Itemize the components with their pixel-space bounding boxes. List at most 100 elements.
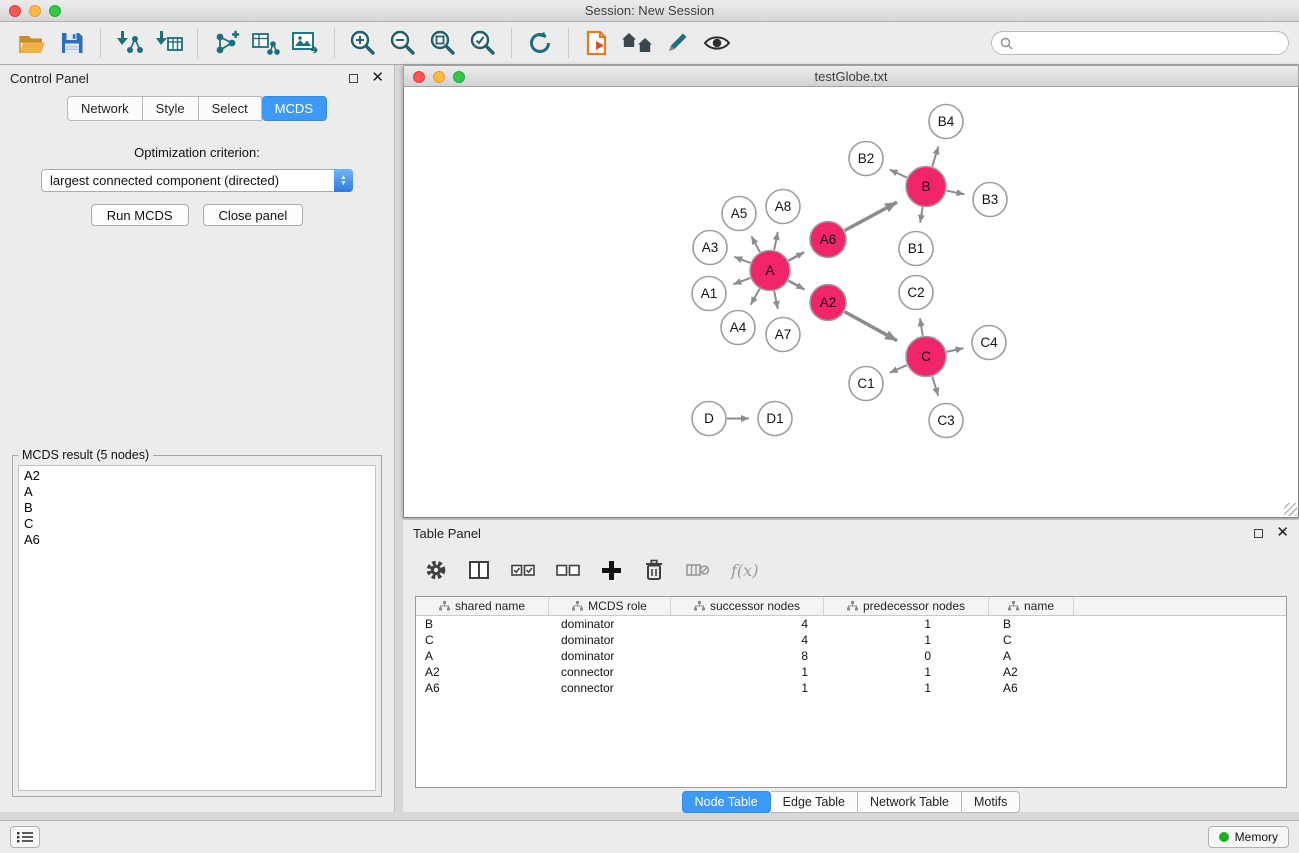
save-session-button[interactable] — [52, 24, 92, 62]
network-node-C1[interactable]: C1 — [849, 367, 883, 401]
zoom-out-button[interactable] — [383, 24, 423, 62]
column-header-name[interactable]: name — [989, 597, 1074, 615]
table-row[interactable]: A2connector11A2 — [416, 664, 1286, 680]
close-table-panel-icon[interactable]: ✕ — [1276, 526, 1289, 540]
open-file-button[interactable] — [12, 24, 52, 62]
network-edge-C-C4[interactable] — [947, 348, 964, 352]
network-window-titlebar[interactable]: testGlobe.txt — [403, 65, 1299, 87]
network-node-B1[interactable]: B1 — [899, 232, 933, 266]
select-all-button[interactable] — [511, 564, 535, 577]
column-header-shared-name[interactable]: shared name — [416, 597, 549, 615]
network-edge-A-A2[interactable] — [788, 281, 804, 290]
mcds-result-item[interactable]: A6 — [22, 532, 372, 548]
network-edge-C-C1[interactable] — [890, 365, 907, 373]
network-edge-A-A5[interactable] — [751, 236, 760, 252]
network-node-C3[interactable]: C3 — [929, 404, 963, 438]
deselect-all-button[interactable] — [556, 564, 580, 577]
table-settings-button[interactable] — [425, 559, 447, 581]
network-edge-A-A1[interactable] — [733, 278, 750, 284]
task-history-button[interactable] — [10, 826, 40, 848]
search-input[interactable] — [1018, 33, 1288, 53]
show-hide-button[interactable] — [697, 24, 737, 62]
network-edge-A6-B[interactable] — [845, 202, 897, 230]
minimize-window-button[interactable] — [29, 5, 41, 17]
tab-mcds[interactable]: MCDS — [262, 96, 327, 121]
import-table-button[interactable] — [149, 24, 189, 62]
network-edge-A2-C[interactable] — [845, 312, 898, 341]
column-header-MCDS-role[interactable]: MCDS role — [549, 597, 671, 615]
network-node-C[interactable]: C — [906, 337, 946, 377]
memory-button[interactable]: Memory — [1208, 826, 1289, 848]
network-canvas[interactable]: AA1A2A3A4A5A6A7A8BB1B2B3B4CC1C2C3C4DD1 — [403, 87, 1299, 518]
delete-row-button[interactable] — [643, 559, 665, 581]
mcds-result-item[interactable]: B — [22, 500, 372, 516]
table-row[interactable]: Cdominator41C — [416, 632, 1286, 648]
network-node-A7[interactable]: A7 — [766, 318, 800, 352]
network-node-A[interactable]: A — [750, 251, 790, 291]
annotations-button[interactable] — [577, 24, 617, 62]
network-edge-A-A7[interactable] — [774, 291, 778, 309]
tab-motifs[interactable]: Motifs — [962, 791, 1020, 813]
apply-layout-button[interactable] — [520, 24, 560, 62]
style-brush-button[interactable] — [657, 24, 697, 62]
column-header-predecessor-nodes[interactable]: predecessor nodes — [824, 597, 989, 615]
float-table-panel-icon[interactable] — [1254, 529, 1263, 538]
network-node-B3[interactable]: B3 — [973, 183, 1007, 217]
network-node-A6[interactable]: A6 — [810, 222, 846, 258]
network-node-B[interactable]: B — [906, 167, 946, 207]
network-node-A4[interactable]: A4 — [721, 311, 755, 345]
optimization-criterion-select[interactable]: largest connected component (directed) ▲… — [41, 169, 353, 192]
network-node-D[interactable]: D — [692, 402, 726, 436]
table-row[interactable]: Bdominator41B — [416, 616, 1286, 632]
network-node-A1[interactable]: A1 — [692, 277, 726, 311]
network-edge-A-A4[interactable] — [751, 289, 760, 305]
network-edge-C-C3[interactable] — [932, 377, 938, 396]
hide-column-button[interactable] — [686, 561, 710, 579]
tab-select[interactable]: Select — [199, 96, 262, 121]
column-header-successor-nodes[interactable]: successor nodes — [671, 597, 824, 615]
zoom-in-button[interactable] — [343, 24, 383, 62]
network-node-A8[interactable]: A8 — [766, 190, 800, 224]
network-edge-A-A8[interactable] — [774, 232, 778, 250]
network-node-C2[interactable]: C2 — [899, 276, 933, 310]
network-edge-B-B1[interactable] — [920, 207, 923, 223]
mcds-result-list[interactable]: A2ABCA6 — [18, 465, 376, 791]
network-edge-B-B2[interactable] — [890, 170, 907, 178]
network-edge-A-A6[interactable] — [789, 252, 805, 260]
add-row-button[interactable] — [601, 560, 622, 581]
mcds-result-item[interactable]: C — [22, 516, 372, 532]
export-image-button[interactable] — [286, 24, 326, 62]
network-node-B4[interactable]: B4 — [929, 105, 963, 139]
mcds-result-item[interactable]: A — [22, 484, 372, 500]
minimize-network-window-button[interactable] — [433, 71, 445, 83]
close-panel-icon[interactable]: ✕ — [371, 71, 384, 85]
import-network-button[interactable] — [109, 24, 149, 62]
network-node-B2[interactable]: B2 — [849, 142, 883, 176]
zoom-network-window-button[interactable] — [453, 71, 465, 83]
tab-network[interactable]: Network — [67, 96, 143, 121]
tab-style[interactable]: Style — [143, 96, 199, 121]
network-node-A2[interactable]: A2 — [810, 285, 846, 321]
network-node-C4[interactable]: C4 — [972, 326, 1006, 360]
zoom-window-button[interactable] — [49, 5, 61, 17]
close-window-button[interactable] — [9, 5, 21, 17]
resize-grip-icon[interactable] — [1284, 503, 1297, 516]
tab-node-table[interactable]: Node Table — [682, 791, 771, 813]
mcds-result-item[interactable]: A2 — [22, 468, 372, 484]
tab-edge-table[interactable]: Edge Table — [771, 791, 858, 813]
network-node-A3[interactable]: A3 — [693, 231, 727, 265]
new-network-button[interactable] — [206, 24, 246, 62]
function-builder-button[interactable]: f(x) — [731, 561, 758, 580]
network-node-D1[interactable]: D1 — [758, 402, 792, 436]
new-network-table-button[interactable] — [246, 24, 286, 62]
run-mcds-button[interactable]: Run MCDS — [91, 204, 189, 226]
zoom-selected-button[interactable] — [463, 24, 503, 62]
show-columns-button[interactable] — [468, 559, 490, 581]
close-network-window-button[interactable] — [413, 71, 425, 83]
table-row[interactable]: Adominator80A — [416, 648, 1286, 664]
network-edge-B-B3[interactable] — [947, 191, 965, 195]
network-edge-C-C2[interactable] — [920, 318, 923, 336]
network-edge-A-A3[interactable] — [734, 257, 750, 263]
close-panel-button[interactable]: Close panel — [203, 204, 304, 226]
table-row[interactable]: A6connector11A6 — [416, 680, 1286, 696]
